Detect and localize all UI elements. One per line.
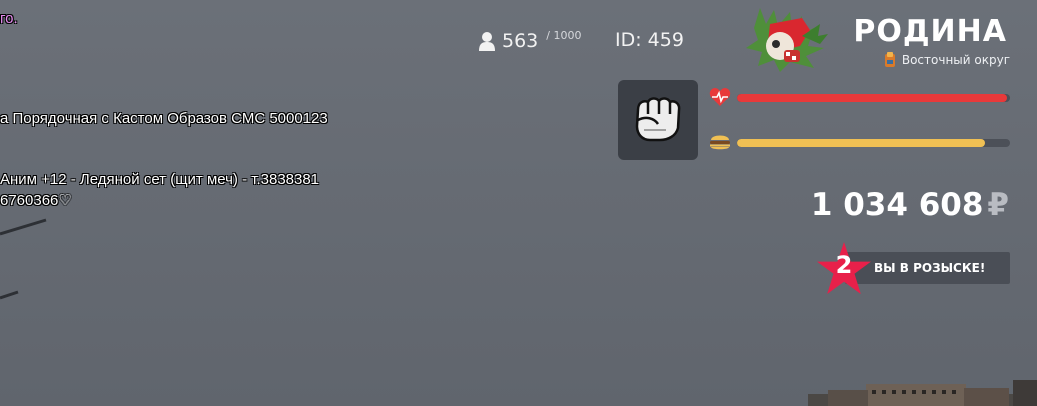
online-counter: 563 / 1000 xyxy=(478,28,581,54)
hunger-bar xyxy=(737,139,1010,147)
person-icon xyxy=(479,32,495,51)
player-id: ID: 459 xyxy=(615,29,684,51)
wanted-label: ВЫ В РОЗЫСКЕ! xyxy=(874,261,986,275)
hunger-bar-fill xyxy=(737,139,986,147)
chat-line: а Порядочная с Кастом Образов СМС 500012… xyxy=(0,110,328,127)
chat-line: го. xyxy=(0,10,18,27)
health-bar xyxy=(737,94,1010,102)
chat-line: Аним +12 - Ледяной сет (щит меч) - т.383… xyxy=(0,171,320,188)
burger-icon xyxy=(710,135,730,150)
fist-icon xyxy=(635,97,681,142)
scenery-building xyxy=(808,380,1037,406)
server-logo xyxy=(746,8,828,72)
currency-symbol: ₽ xyxy=(987,187,1009,223)
online-max: / 1000 xyxy=(546,28,582,42)
wanted-level: 2 xyxy=(835,251,853,279)
money-amount: 1 034 608 xyxy=(810,187,984,223)
chat-line: 6760366♡ xyxy=(0,192,72,209)
weapon-slot[interactable] xyxy=(618,80,698,160)
district-icon xyxy=(884,52,895,67)
server-district: Восточный округ xyxy=(884,52,1010,68)
scenery-wire xyxy=(0,218,47,300)
server-name: РОДИНА xyxy=(853,14,1007,49)
heart-icon xyxy=(709,88,731,106)
health-bar-fill xyxy=(737,94,1008,102)
online-current: 563 xyxy=(502,30,539,52)
server-district-label: Восточный округ xyxy=(901,53,1010,67)
money-display: 1 034 608 ₽ xyxy=(811,187,1009,223)
